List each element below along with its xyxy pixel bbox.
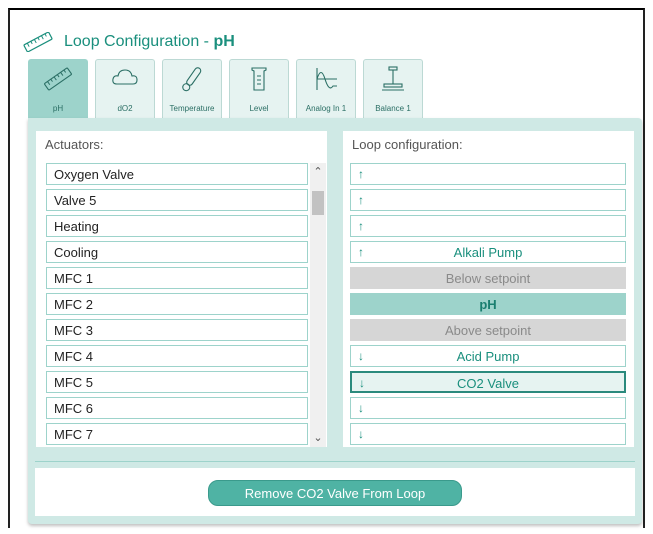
arrow-up-icon: ↑ <box>358 193 364 207</box>
beaker-icon <box>230 64 288 94</box>
below-setpoint-marker: Below setpoint <box>350 267 626 289</box>
loop-slot-label: pH <box>479 297 497 312</box>
scroll-up-icon[interactable]: ⌃ <box>310 165 326 181</box>
tab-balance-1-label: Balance 1 <box>375 104 411 113</box>
tab-temperature[interactable]: Temperature <box>162 59 222 119</box>
setpoint-ph-marker: pH <box>350 293 626 315</box>
scroll-thumb[interactable] <box>312 191 324 215</box>
divider <box>35 461 635 462</box>
loop-slot-label: Below setpoint <box>445 271 531 286</box>
remove-from-loop-button[interactable]: Remove CO2 Valve From Loop <box>208 480 462 506</box>
scroll-down-icon[interactable]: ⌄ <box>310 431 326 447</box>
loop-slot-list: ↑ ↑ ↑ ↑ Alkali Pump Below setpoint pH Abo… <box>350 163 626 449</box>
actuators-heading: Actuators: <box>45 137 104 152</box>
loop-slot-acid-pump[interactable]: ↓ Acid Pump <box>350 345 626 367</box>
loop-configuration-panel: Actuators: Oxygen Valve Valve 5 Heating … <box>28 118 642 524</box>
tab-do2[interactable]: dO2 <box>95 59 155 119</box>
actuator-item[interactable]: MFC 4 <box>46 345 308 367</box>
loop-slot[interactable]: ↑ <box>350 163 626 185</box>
tab-ph[interactable]: pH <box>28 59 88 119</box>
cloud-icon <box>96 64 154 92</box>
page-title-prefix: Loop Configuration - <box>64 33 214 50</box>
ph-probe-icon <box>22 32 54 52</box>
actuator-item[interactable]: MFC 7 <box>46 423 308 445</box>
tab-ph-label: pH <box>52 104 64 113</box>
loop-slot-alkali-pump[interactable]: ↑ Alkali Pump <box>350 241 626 263</box>
loop-slot-label: Alkali Pump <box>453 245 523 260</box>
arrow-down-icon: ↓ <box>358 401 364 415</box>
actuator-item[interactable]: Cooling <box>46 241 308 263</box>
actuators-column: Actuators: Oxygen Valve Valve 5 Heating … <box>35 130 328 448</box>
actuator-item[interactable]: Heating <box>46 215 308 237</box>
page-title: Loop Configuration - pH <box>64 33 235 51</box>
actuator-item[interactable]: MFC 2 <box>46 293 308 315</box>
actuators-scrollbar[interactable]: ⌃ ⌄ <box>310 163 326 447</box>
tab-level[interactable]: Level <box>229 59 289 119</box>
page-header: Loop Configuration - pH <box>22 24 235 60</box>
loop-slot[interactable]: ↑ <box>350 215 626 237</box>
actuator-item[interactable]: MFC 3 <box>46 319 308 341</box>
ph-probe-icon <box>29 64 87 94</box>
waveform-icon <box>297 64 355 94</box>
tab-level-label: Level <box>249 104 269 113</box>
loop-slot-co2-valve[interactable]: ↓ CO2 Valve <box>350 371 626 393</box>
balance-icon <box>364 64 422 94</box>
tab-do2-label: dO2 <box>117 104 133 113</box>
above-setpoint-marker: Above setpoint <box>350 319 626 341</box>
action-bar: Remove CO2 Valve From Loop <box>35 468 635 516</box>
actuator-item[interactable]: MFC 6 <box>46 397 308 419</box>
tab-temperature-label: Temperature <box>169 104 215 113</box>
loop-slot-label: Above setpoint <box>444 323 531 338</box>
tab-analog-in-1-label: Analog In 1 <box>305 104 347 113</box>
actuator-item[interactable]: MFC 1 <box>46 267 308 289</box>
loop-slot-label: Acid Pump <box>456 349 520 364</box>
loop-slot[interactable]: ↓ <box>350 397 626 419</box>
tab-balance-1[interactable]: Balance 1 <box>363 59 423 119</box>
actuator-item[interactable]: MFC 5 <box>46 371 308 393</box>
loop-slot[interactable]: ↓ <box>350 423 626 445</box>
arrow-down-icon: ↓ <box>358 427 364 441</box>
arrow-up-icon: ↑ <box>358 219 364 233</box>
loop-slot-label: CO2 Valve <box>457 376 519 391</box>
arrow-up-icon: ↑ <box>358 167 364 181</box>
tab-analog-in-1[interactable]: Analog In 1 <box>296 59 356 119</box>
actuators-list: Oxygen Valve Valve 5 Heating Cooling MFC… <box>46 163 308 448</box>
thermometer-icon <box>163 64 221 94</box>
page-title-loop: pH <box>213 33 235 50</box>
loop-heading: Loop configuration: <box>352 137 463 152</box>
loop-slot[interactable]: ↑ <box>350 189 626 211</box>
actuator-item[interactable]: Valve 5 <box>46 189 308 211</box>
actuator-item[interactable]: Oxygen Valve <box>46 163 308 185</box>
loop-column: Loop configuration: ↑ ↑ ↑ ↑ Alkali Pump B… <box>342 130 635 448</box>
